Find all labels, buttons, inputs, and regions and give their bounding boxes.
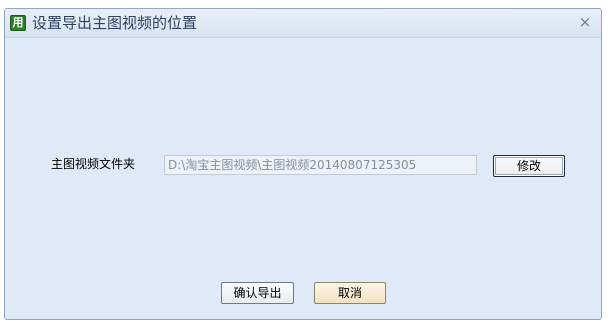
app-icon: 用 xyxy=(10,15,26,31)
folder-label: 主图视频文件夹 xyxy=(51,157,136,171)
dialog-window: 用 设置导出主图视频的位置 × 主图视频文件夹 D:\淘宝主图视频\主图视频20… xyxy=(4,8,602,320)
dialog-body: 主图视频文件夹 D:\淘宝主图视频\主图视频20140807125305 修改 … xyxy=(5,38,601,319)
modify-button[interactable]: 修改 xyxy=(493,155,565,177)
folder-path-field[interactable]: D:\淘宝主图视频\主图视频20140807125305 xyxy=(164,155,477,175)
cancel-button[interactable]: 取消 xyxy=(314,282,386,304)
title-bar[interactable]: 用 设置导出主图视频的位置 × xyxy=(5,9,601,38)
dialog-title: 设置导出主图视频的位置 xyxy=(32,14,198,32)
close-icon[interactable]: × xyxy=(577,14,593,30)
confirm-export-button[interactable]: 确认导出 xyxy=(221,282,294,304)
